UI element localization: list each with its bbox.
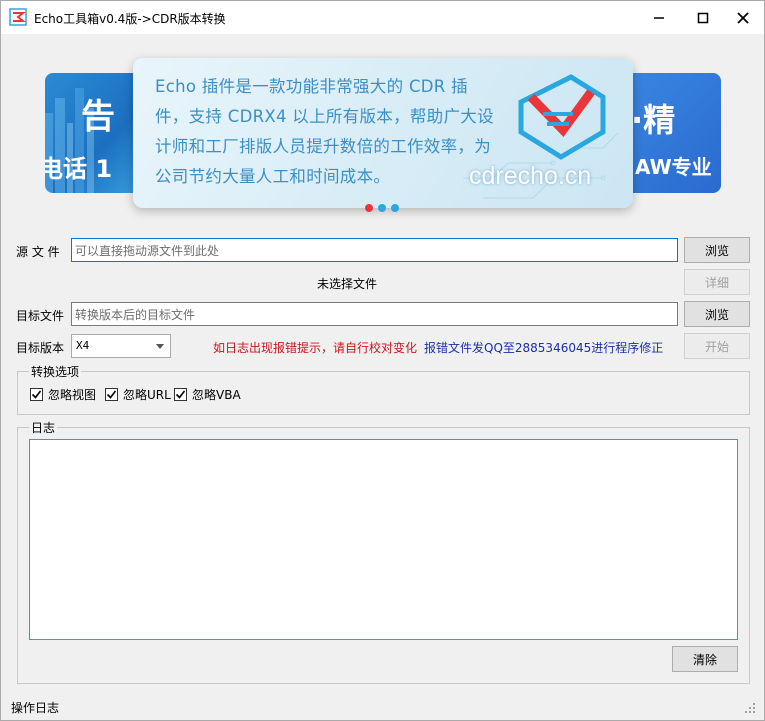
title-bar[interactable]: Echo工具箱v0.4版->CDR版本转换 [1,1,764,34]
target-version-label: 目标版本 [16,341,65,355]
target-file-input[interactable]: 转换版本后的目标文件 [71,302,678,326]
checkmark-icon [175,390,186,399]
carousel-dot-3[interactable] [391,204,399,212]
minimize-button[interactable] [637,1,681,34]
window-title: Echo工具箱v0.4版->CDR版本转换 [34,12,226,26]
ignore-vba-checkbox[interactable]: 忽略VBA [174,386,241,403]
minimize-icon [654,16,664,19]
checkbox-box[interactable] [174,388,187,401]
left-card-text-bottom: 电话 1 [45,155,113,183]
carousel-dot-2[interactable] [378,204,386,212]
checkmark-icon [31,390,42,399]
source-file-status: 未选择文件 [317,277,378,291]
source-file-label: 源 文 件 [16,245,60,259]
checkbox-box[interactable] [105,388,118,401]
ignore-view-checkbox[interactable]: 忽略视图 [30,386,96,403]
right-card-text-top: ·精 [631,101,676,139]
echo-brand-logo-icon [518,74,606,160]
clear-log-button[interactable]: 清除 [672,646,738,672]
site-url-text: cdrecho.cn [469,162,592,190]
echo-logo-icon [9,8,27,26]
start-button[interactable]: 开始 [684,333,750,359]
banner-right-card[interactable]: ·精 AW专业 [625,73,721,193]
carousel-indicators [365,204,399,212]
source-browse-button[interactable]: 浏览 [684,237,750,263]
log-textarea[interactable] [29,439,738,640]
banner-description: Echo 插件是一款功能非常强大的 CDR 插件，支持 CDRX4 以上所有版本… [155,77,494,186]
ignore-url-label: 忽略URL [123,388,171,402]
log-title: 日志 [29,419,58,436]
target-version-value: X4 [76,339,90,352]
carousel-dot-1[interactable] [365,204,373,212]
app-window: Echo工具箱v0.4版->CDR版本转换 告 电话 1 ·精 AW专业 Ech… [0,0,765,721]
ignore-vba-label: 忽略VBA [192,388,241,402]
error-notice-red: 如日志出现报错提示，请自行校对变化 [213,341,418,355]
ignore-view-label: 忽略视图 [48,388,97,402]
detail-button[interactable]: 详细 [684,269,750,295]
maximize-icon [697,12,709,23]
conversion-options-title: 转换选项 [29,363,82,380]
source-file-input[interactable]: 可以直接拖动源文件到此处 [71,238,678,262]
right-card-text-bottom: AW专业 [635,155,712,179]
resize-grip-icon[interactable] [743,701,757,715]
target-version-select[interactable]: X4 [71,334,171,358]
left-card-text-top: 告 [81,97,115,137]
status-bar-text: 操作日志 [11,701,60,715]
target-browse-button[interactable]: 浏览 [684,301,750,327]
checkmark-icon [106,390,117,399]
banner-main-card[interactable]: Echo 插件是一款功能非常强大的 CDR 插件，支持 CDRX4 以上所有版本… [133,58,633,208]
close-button[interactable] [721,1,765,34]
error-notice-blue: 报错文件发QQ至2885346045进行程序修正 [424,341,664,355]
checkbox-box[interactable] [30,388,43,401]
target-file-label: 目标文件 [16,309,65,323]
close-icon [737,11,749,24]
banner-left-card[interactable]: 告 电话 1 [45,73,145,193]
banner-carousel[interactable]: 告 电话 1 ·精 AW专业 Echo 插件是一款功能非常强大的 CDR 插件，… [45,58,721,214]
maximize-button[interactable] [681,1,725,34]
chevron-down-icon [156,344,164,349]
ignore-url-checkbox[interactable]: 忽略URL [105,386,171,403]
